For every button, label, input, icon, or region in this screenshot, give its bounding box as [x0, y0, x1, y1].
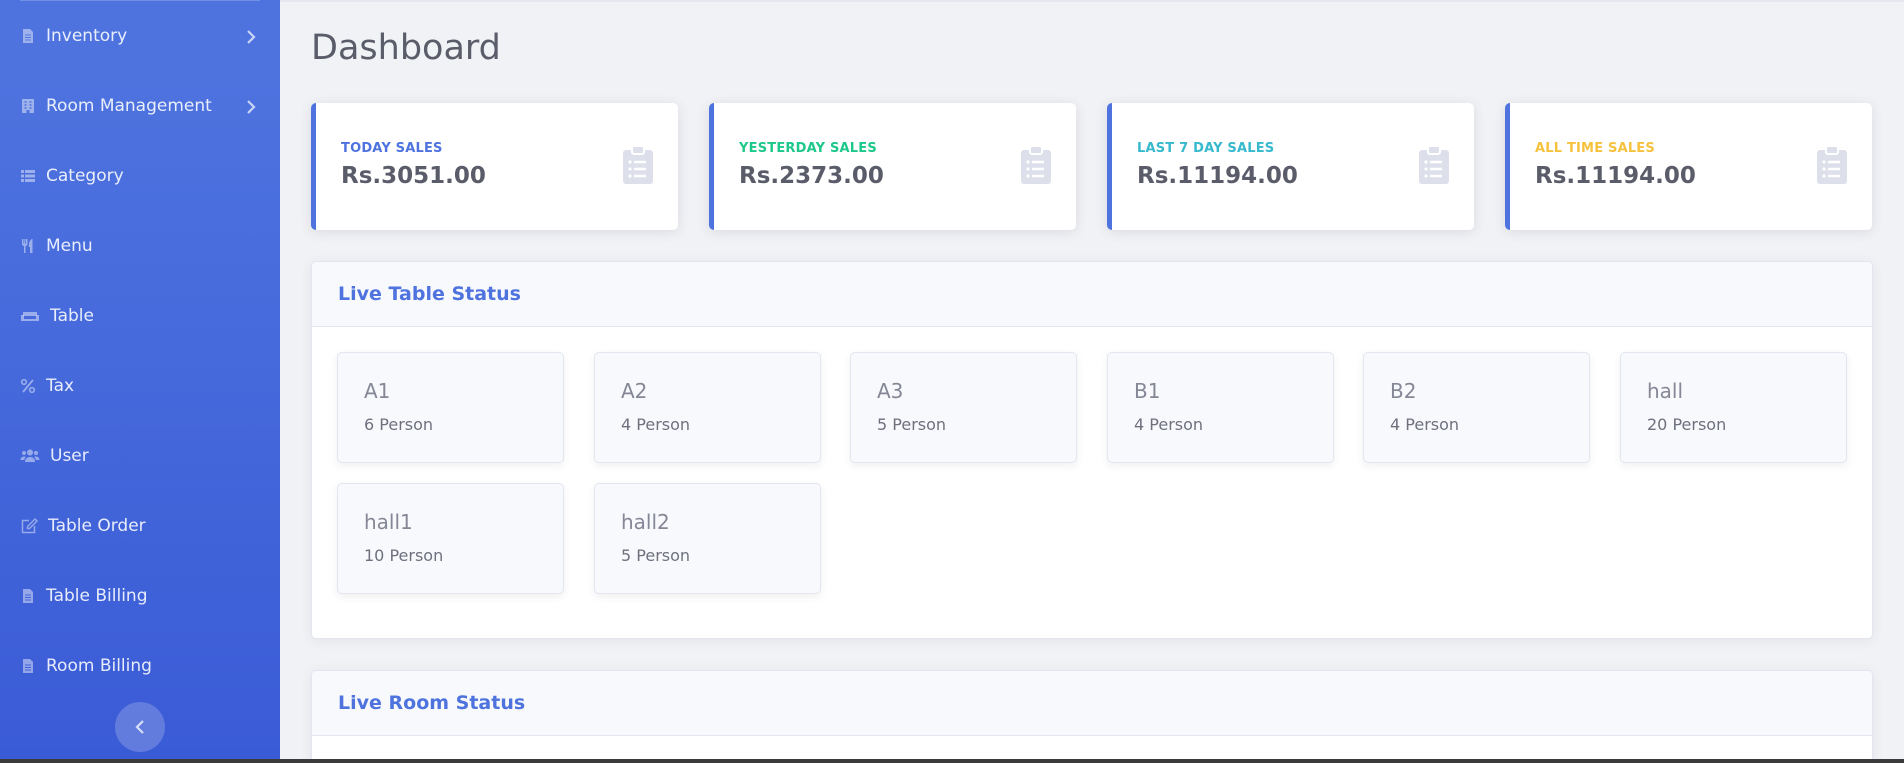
table-capacity: 10 Person: [364, 546, 444, 565]
main-content: Dashboard TODAY SALES Rs.3051.00 YESTERD…: [280, 0, 1904, 759]
sidebar-item-label: Table Order: [48, 516, 146, 536]
clipboard-list-icon: [1419, 145, 1449, 184]
building-icon: [20, 98, 36, 114]
file-icon: [20, 588, 36, 604]
stat-label: ALL TIME SALES: [1535, 141, 1655, 156]
sidebar-item-label: User: [50, 446, 89, 466]
window-bottom-edge: [0, 759, 1904, 763]
table-name: B2: [1390, 379, 1417, 403]
table-card[interactable]: A1 6 Person: [337, 352, 564, 463]
sidebar-item-label: Table: [50, 306, 94, 326]
table-name: A2: [621, 379, 648, 403]
table-card[interactable]: A2 4 Person: [594, 352, 821, 463]
sidebar-toggle-button[interactable]: [115, 702, 165, 752]
sidebar-item-user[interactable]: User: [0, 421, 280, 491]
sidebar-item-label: Menu: [46, 236, 93, 256]
table-card[interactable]: A3 5 Person: [850, 352, 1077, 463]
stat-label: LAST 7 DAY SALES: [1137, 141, 1275, 156]
panel-title: Live Room Status: [312, 671, 1872, 736]
stat-label: YESTERDAY SALES: [739, 141, 877, 156]
table-name: hall: [1647, 379, 1684, 403]
utensils-icon: [20, 238, 36, 254]
table-capacity: 4 Person: [621, 415, 691, 434]
stat-card-all-time-sales: ALL TIME SALES Rs.11194.00: [1505, 103, 1872, 230]
sidebar-item-label: Inventory: [46, 26, 128, 46]
stat-value: Rs.11194.00: [1535, 163, 1696, 189]
app-window: Inventory Room Management Category Menu …: [0, 0, 1904, 759]
table-name: B1: [1134, 379, 1161, 403]
file-icon: [20, 658, 36, 674]
couch-icon: [20, 308, 40, 324]
table-name: hall2: [621, 510, 670, 534]
table-capacity: 5 Person: [877, 415, 947, 434]
table-name: A3: [877, 379, 904, 403]
stat-label: TODAY SALES: [341, 141, 443, 156]
sidebar-item-table[interactable]: Table: [0, 281, 280, 351]
table-card[interactable]: hall 20 Person: [1620, 352, 1847, 463]
sidebar-item-table-order[interactable]: Table Order: [0, 491, 280, 561]
page-title: Dashboard: [311, 28, 501, 68]
table-name: A1: [364, 379, 391, 403]
stat-value: Rs.2373.00: [739, 163, 884, 189]
users-icon: [20, 448, 40, 464]
table-card[interactable]: hall1 10 Person: [337, 483, 564, 594]
chevron-right-icon: [246, 29, 256, 44]
clipboard-list-icon: [1817, 145, 1847, 184]
percent-icon: [20, 378, 36, 394]
live-room-status-panel: Live Room Status: [311, 670, 1873, 759]
table-card[interactable]: B2 4 Person: [1363, 352, 1590, 463]
sidebar-item-tax[interactable]: Tax: [0, 351, 280, 421]
panel-title: Live Table Status: [312, 262, 1872, 327]
file-icon: [20, 28, 36, 44]
sidebar-item-label: Category: [46, 166, 124, 186]
stat-card-today-sales: TODAY SALES Rs.3051.00: [311, 103, 678, 230]
sidebar-item-table-billing[interactable]: Table Billing: [0, 561, 280, 631]
sidebar-item-label: Tax: [46, 376, 75, 396]
sidebar-item-room-billing[interactable]: Room Billing: [0, 631, 280, 701]
sidebar-item-label: Table Billing: [46, 586, 148, 606]
sidebar-item-room-management[interactable]: Room Management: [0, 71, 280, 141]
sidebar-item-category[interactable]: Category: [0, 141, 280, 211]
live-table-status-panel: Live Table Status A1 6 Person A2 4 Perso…: [311, 261, 1873, 639]
table-capacity: 4 Person: [1134, 415, 1204, 434]
chevron-left-icon: [135, 720, 145, 734]
stat-value: Rs.11194.00: [1137, 163, 1298, 189]
table-capacity: 4 Person: [1390, 415, 1460, 434]
list-icon: [20, 168, 36, 184]
table-name: hall1: [364, 510, 413, 534]
table-card[interactable]: hall2 5 Person: [594, 483, 821, 594]
stat-card-last-7-day-sales: LAST 7 DAY SALES Rs.11194.00: [1107, 103, 1474, 230]
topbar-edge: [280, 0, 1904, 2]
table-capacity: 20 Person: [1647, 415, 1727, 434]
edit-icon: [20, 518, 38, 534]
table-capacity: 6 Person: [364, 415, 434, 434]
clipboard-list-icon: [623, 145, 653, 184]
clipboard-list-icon: [1021, 145, 1051, 184]
sidebar-item-inventory[interactable]: Inventory: [0, 1, 280, 71]
sidebar: Inventory Room Management Category Menu …: [0, 0, 280, 759]
sidebar-item-label: Room Management: [46, 96, 212, 116]
table-card[interactable]: B1 4 Person: [1107, 352, 1334, 463]
sidebar-item-menu[interactable]: Menu: [0, 211, 280, 281]
chevron-right-icon: [246, 99, 256, 114]
table-capacity: 5 Person: [621, 546, 691, 565]
sidebar-item-label: Room Billing: [46, 656, 152, 676]
stat-value: Rs.3051.00: [341, 163, 486, 189]
stat-card-yesterday-sales: YESTERDAY SALES Rs.2373.00: [709, 103, 1076, 230]
